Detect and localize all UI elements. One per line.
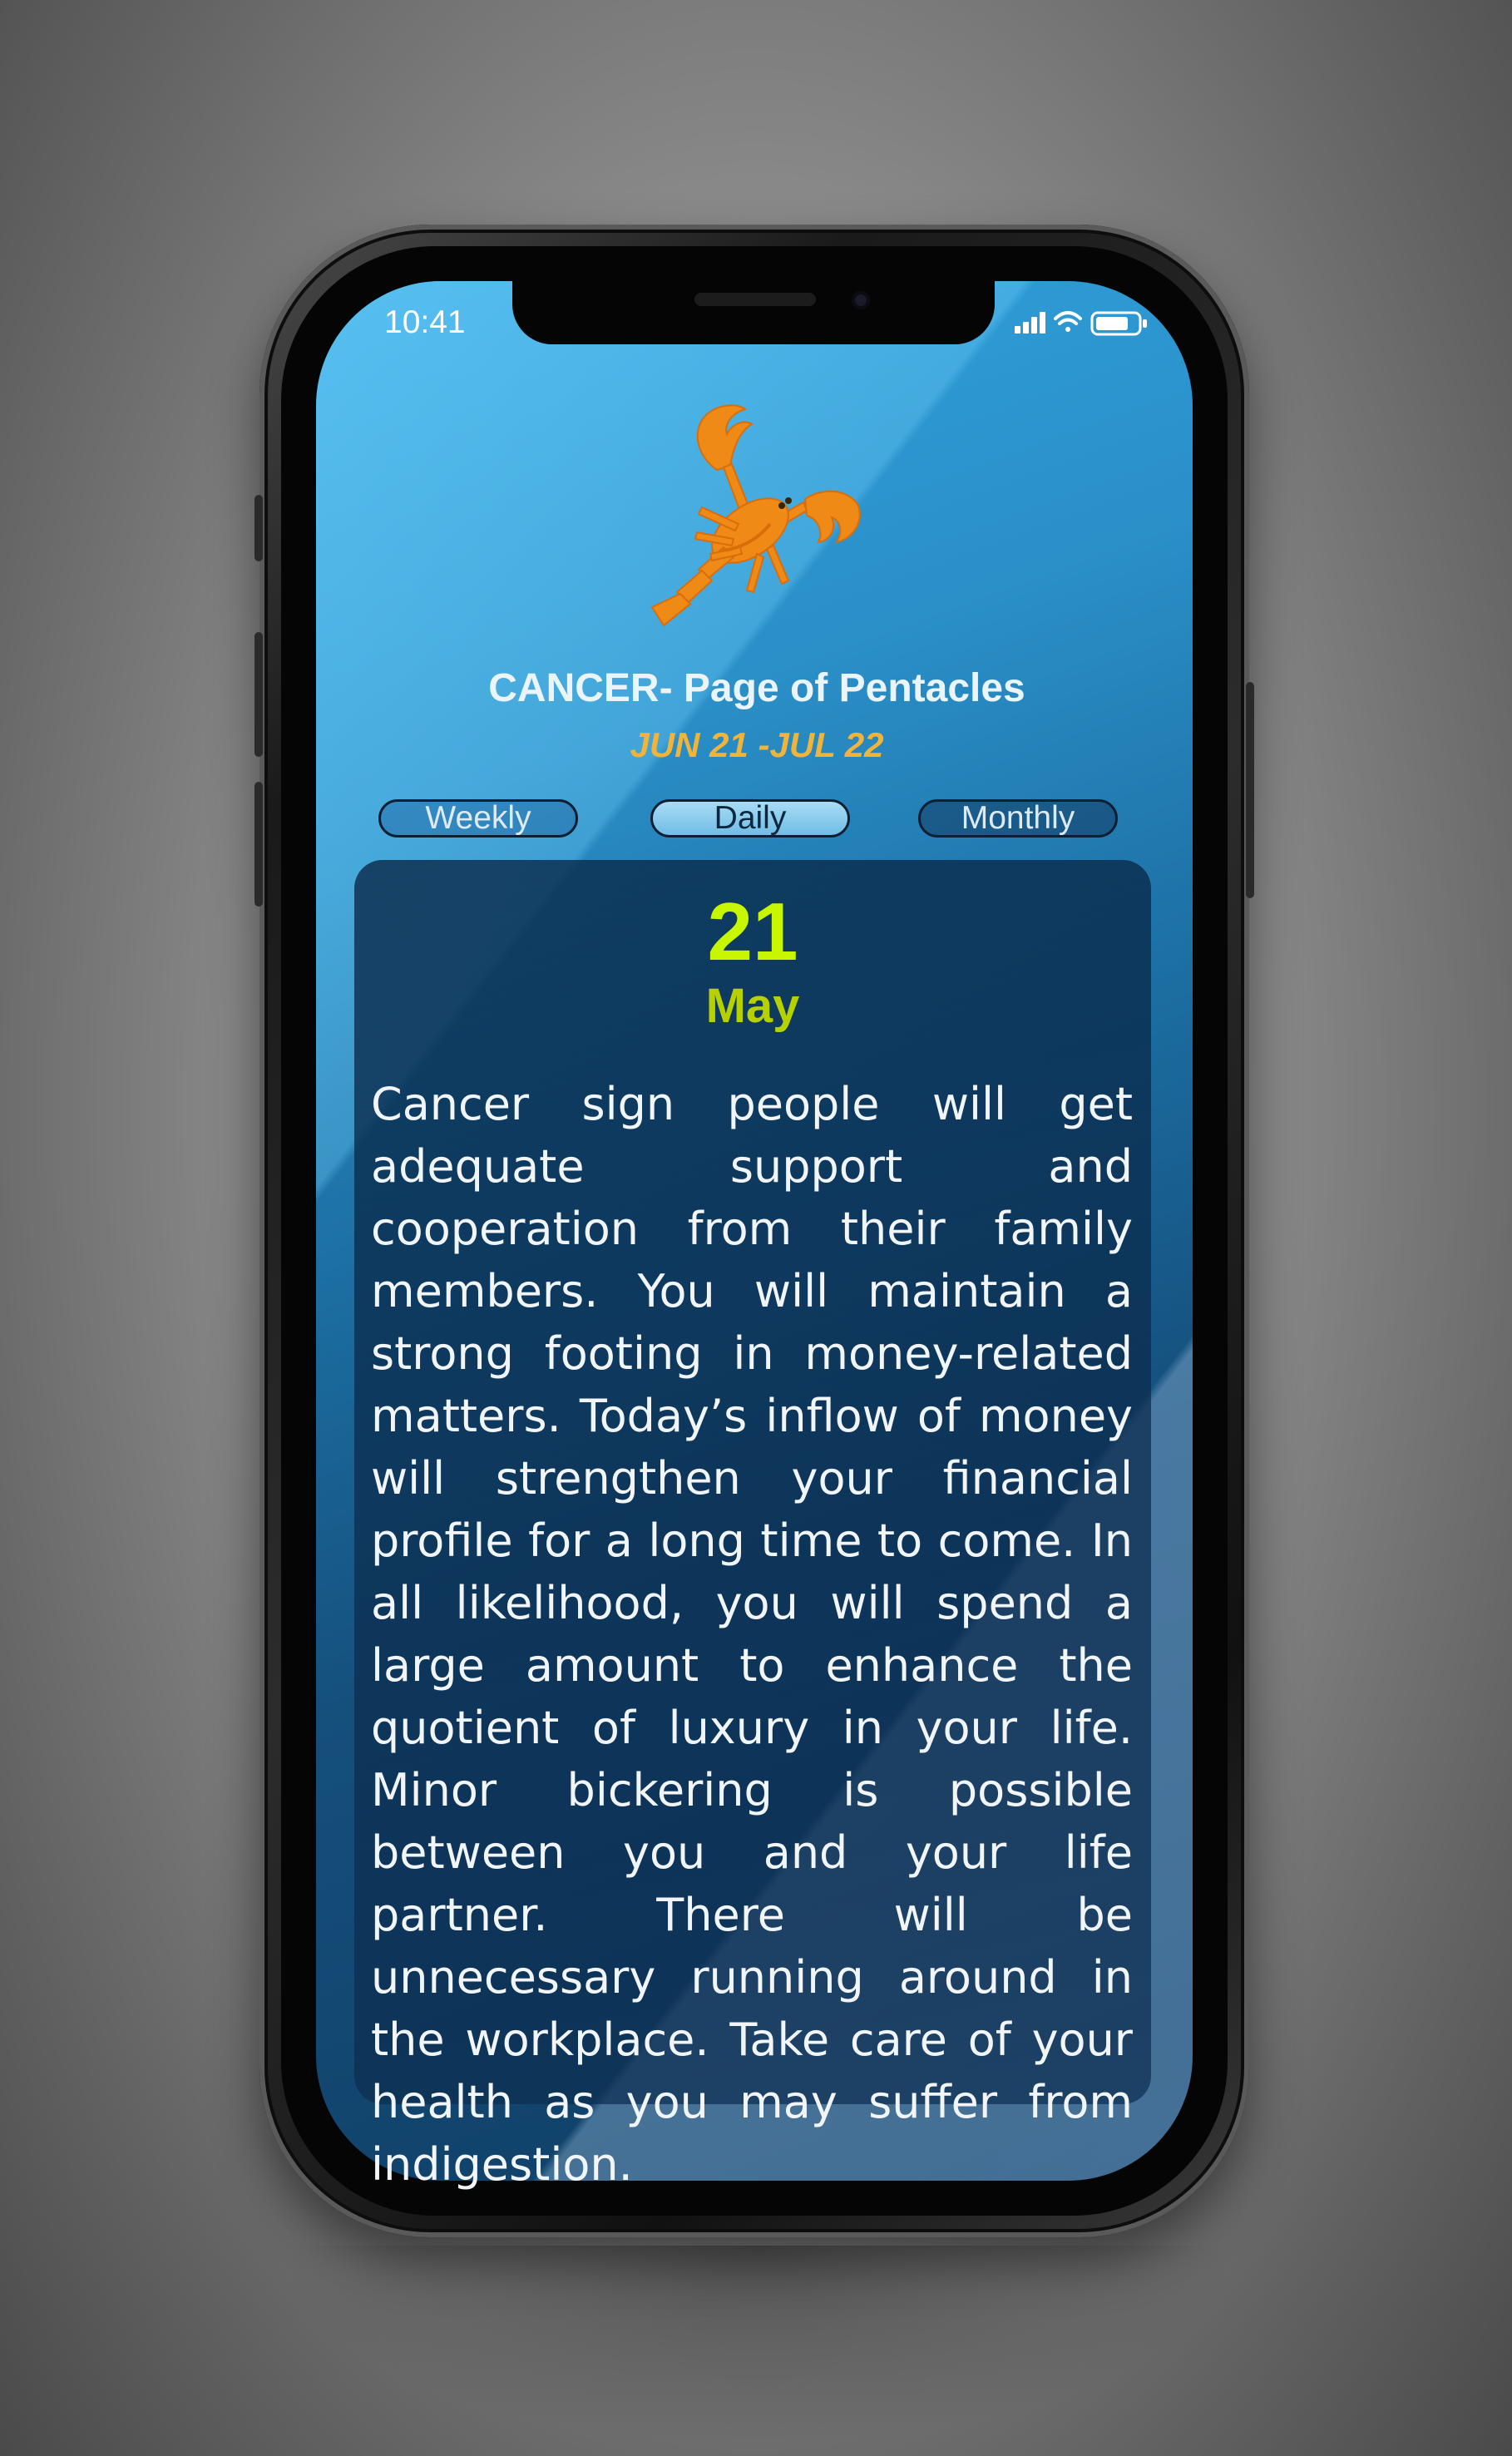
- crab-icon: [650, 404, 861, 627]
- sign-title: CANCER- Page of Pentacles: [488, 666, 1025, 710]
- tab-weekly[interactable]: Weekly: [378, 799, 578, 838]
- front-camera: [852, 291, 870, 309]
- signal-icon: [1015, 312, 1045, 334]
- reading-day: 21: [707, 886, 798, 977]
- status-time: 10:41: [384, 304, 466, 340]
- wifi-icon: [1054, 311, 1082, 332]
- tab-monthly[interactable]: Monthly: [918, 799, 1118, 838]
- horoscope-text: Cancer sign people will get adequate sup…: [371, 1078, 1133, 2191]
- status-icons: [1015, 311, 1147, 336]
- earpiece-speaker: [694, 293, 816, 306]
- volume-down-button: [254, 782, 263, 907]
- volume-up-button: [254, 632, 263, 757]
- battery-icon: [1090, 311, 1147, 336]
- silent-switch: [254, 495, 263, 561]
- floor-reflection: [274, 2246, 1239, 2445]
- power-button: [1246, 682, 1254, 898]
- tab-daily[interactable]: Daily: [650, 799, 850, 838]
- sign-date-range: JUN 21 -JUL 22: [630, 725, 884, 764]
- notch: [512, 281, 995, 344]
- reading-month: May: [705, 979, 800, 1033]
